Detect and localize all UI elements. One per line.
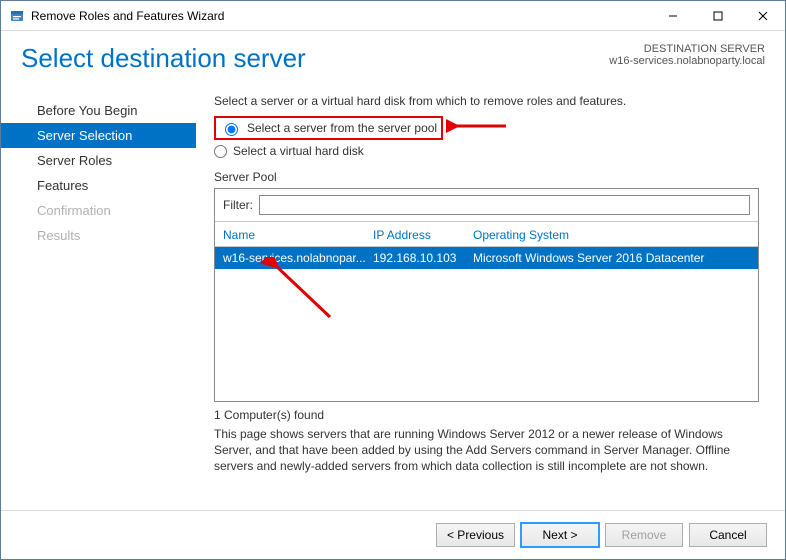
radio-vhd-wrapper[interactable]: Select a virtual hard disk <box>214 142 759 160</box>
window-controls <box>650 1 785 30</box>
radio-vhd[interactable] <box>214 145 227 158</box>
grid-body: w16-services.nolabnopar... 192.168.10.10… <box>215 247 758 401</box>
page-title: Select destination server <box>21 43 306 74</box>
nav-confirmation: Confirmation <box>1 198 196 223</box>
instruction-text: Select a server or a virtual hard disk f… <box>214 94 759 108</box>
annotation-arrow-icon <box>446 114 516 138</box>
remove-button: Remove <box>605 523 683 547</box>
col-name[interactable]: Name <box>223 228 373 242</box>
radio-vhd-label: Select a virtual hard disk <box>233 144 364 158</box>
explanatory-text: This page shows servers that are running… <box>214 426 759 475</box>
grid-header: Name IP Address Operating System <box>215 222 758 247</box>
destination-heading: DESTINATION SERVER <box>609 43 765 55</box>
app-icon <box>9 8 25 24</box>
server-pool-box: Filter: Name IP Address Operating System… <box>214 188 759 402</box>
main-panel: Select a server or a virtual hard disk f… <box>196 92 785 500</box>
previous-button[interactable]: < Previous <box>436 523 515 547</box>
computers-found: 1 Computer(s) found <box>214 408 759 422</box>
filter-row: Filter: <box>215 189 758 222</box>
radio-server-pool-wrapper[interactable]: Select a server from the server pool <box>214 116 443 140</box>
maximize-button[interactable] <box>695 1 740 30</box>
destination-block: DESTINATION SERVER w16-services.nolabnop… <box>609 43 765 67</box>
nav-server-selection[interactable]: Server Selection <box>1 123 196 148</box>
col-os[interactable]: Operating System <box>473 228 750 242</box>
next-button[interactable]: Next > <box>521 523 599 547</box>
cancel-button[interactable]: Cancel <box>689 523 767 547</box>
cell-name: w16-services.nolabnopar... <box>223 251 373 265</box>
filter-input[interactable] <box>259 195 750 215</box>
minimize-button[interactable] <box>650 1 695 30</box>
radio-server-pool[interactable] <box>225 123 238 136</box>
nav-before-you-begin[interactable]: Before You Begin <box>1 98 196 123</box>
window-title: Remove Roles and Features Wizard <box>31 9 224 23</box>
nav-server-roles[interactable]: Server Roles <box>1 148 196 173</box>
titlebar: Remove Roles and Features Wizard <box>1 1 785 31</box>
table-row[interactable]: w16-services.nolabnopar... 192.168.10.10… <box>215 247 758 269</box>
footer: < Previous Next > Remove Cancel <box>1 510 785 559</box>
wizard-nav: Before You Begin Server Selection Server… <box>1 92 196 500</box>
radio-server-pool-label: Select a server from the server pool <box>247 121 437 135</box>
cell-os: Microsoft Windows Server 2016 Datacenter <box>473 251 750 265</box>
server-pool-label: Server Pool <box>214 170 759 184</box>
nav-results: Results <box>1 223 196 248</box>
destination-value: w16-services.nolabnoparty.local <box>609 55 765 67</box>
col-ip[interactable]: IP Address <box>373 228 473 242</box>
filter-label: Filter: <box>223 198 253 212</box>
cell-ip: 192.168.10.103 <box>373 251 473 265</box>
close-button[interactable] <box>740 1 785 30</box>
body: Before You Begin Server Selection Server… <box>1 92 785 500</box>
nav-features[interactable]: Features <box>1 173 196 198</box>
header: Select destination server DESTINATION SE… <box>1 31 785 92</box>
